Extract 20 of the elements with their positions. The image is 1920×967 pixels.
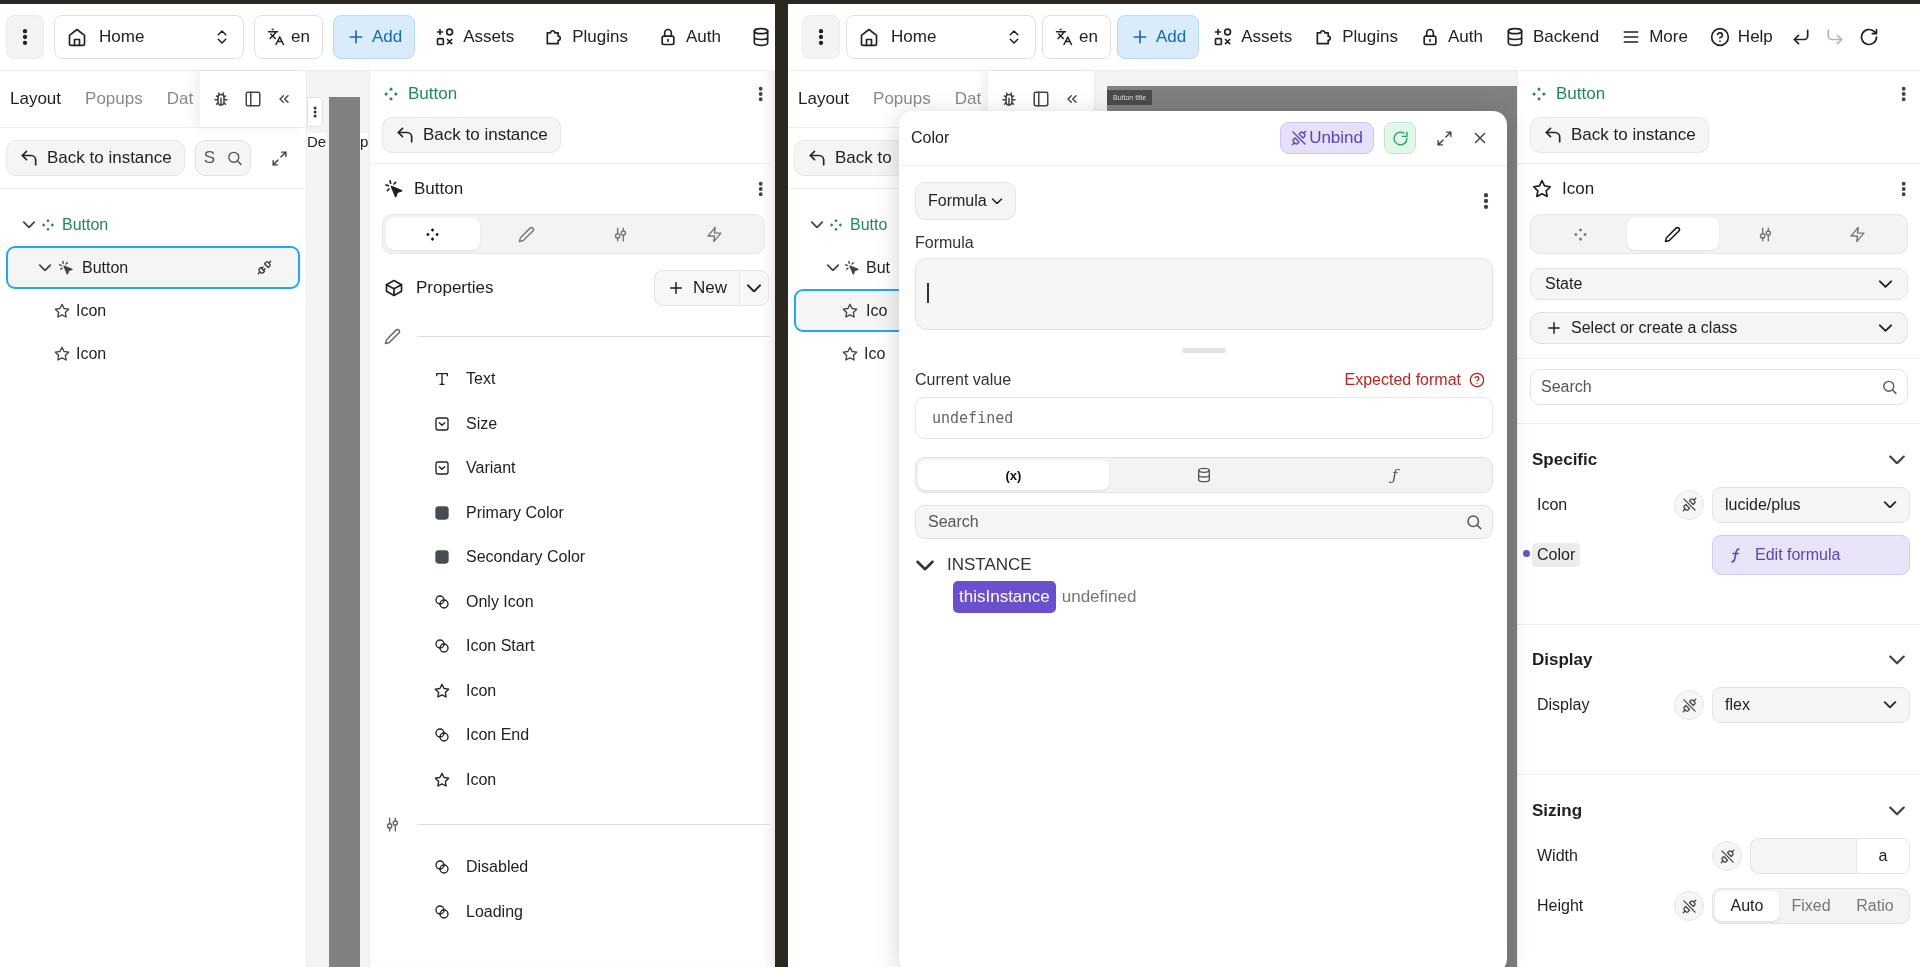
properties-title: Properties [416,278,495,298]
frame-label: p [360,133,369,150]
element-title: Button [414,179,465,199]
dialog-title: Color [911,129,951,147]
current-value-field: undefined [915,397,1493,439]
field-label: Current value [915,371,1012,389]
property-label: Display [1536,695,1591,716]
field-label: Formula [915,234,975,252]
section-title: Specific [1532,449,1598,470]
variable-value: undefined [1061,587,1137,607]
section-title: Sizing [1532,801,1583,821]
element-title: Icon [1562,179,1596,199]
component-title: Button [1556,84,1607,104]
property-label: Width [1536,846,1579,866]
property-label: Icon [1536,494,1569,515]
section-title: Display [1532,650,1593,671]
property-label: Color [1532,542,1581,567]
property-label: Height [1536,896,1585,916]
component-title: Button [408,84,459,104]
frame-label: De [307,133,327,150]
